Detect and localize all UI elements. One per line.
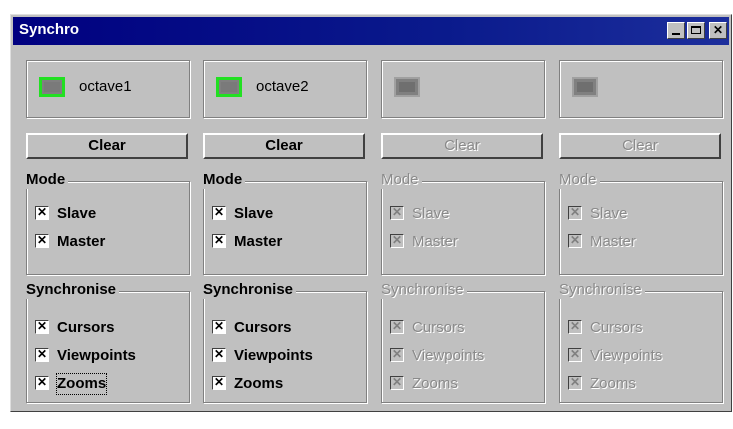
viewpoints-label: Viewpoints [412,347,485,364]
master-checkbox[interactable]: ✕ [212,234,226,248]
track-panel: octave1 [26,60,190,118]
viewpoints-label: Viewpoints [234,347,313,364]
viewpoints-label: Viewpoints [590,347,663,364]
maximize-icon [691,26,701,34]
minimize-icon [672,33,680,35]
master-label: Master [412,233,458,250]
synchronise-group: Synchronise ✕ Cursors ✕ Viewpoints ✕ Zoo… [203,281,367,403]
cursors-label: Cursors [412,319,465,336]
synchronise-group-title: Synchronise [203,281,297,299]
slave-label: Slave [234,205,274,222]
mode-group: Mode ✕ Slave ✕ Master [26,171,190,275]
track-color-button[interactable] [39,77,65,97]
close-icon: ✕ [712,23,724,37]
cursors-checkbox[interactable]: ✕ [35,320,49,334]
slave-checkbox: ✕ [568,205,582,220]
zooms-checkbox: ✕ [568,375,582,390]
viewpoints-checkbox[interactable]: ✕ [35,348,49,362]
zooms-label: Zooms [55,373,108,395]
viewpoints-checkbox[interactable]: ✕ [212,348,226,362]
track-name: octave2 [256,78,309,95]
window-title: Synchro [19,21,80,38]
track-name: octave1 [79,78,132,95]
zooms-checkbox[interactable]: ✕ [212,376,226,390]
slave-checkbox[interactable]: ✕ [212,206,226,220]
mode-group: Mode ✕ Slave ✕ Master [381,171,545,275]
cursors-label: Cursors [590,319,643,336]
track-panel [559,60,723,118]
master-checkbox: ✕ [390,233,404,248]
viewpoints-checkbox: ✕ [390,347,404,362]
track-panel [381,60,545,118]
mode-group-title: Mode [381,171,422,189]
viewpoints-checkbox: ✕ [568,347,582,362]
slave-label: Slave [590,205,628,222]
master-label: Master [57,233,106,250]
synchronise-group: Synchronise ✕ Cursors ✕ Viewpoints ✕ Zoo… [559,281,723,403]
zooms-checkbox: ✕ [390,375,404,390]
maximize-button[interactable] [687,22,705,39]
master-label: Master [590,233,636,250]
clear-button[interactable]: Clear [26,133,188,159]
minimize-button[interactable] [667,22,685,39]
mode-group-title: Mode [26,171,69,189]
clear-button: Clear [559,133,721,159]
cursors-label: Cursors [234,319,292,336]
synchronise-group: Synchronise ✕ Cursors ✕ Viewpoints ✕ Zoo… [381,281,545,403]
cursors-label: Cursors [57,319,115,336]
track-panel: octave2 [203,60,367,118]
mode-group-title: Mode [559,171,600,189]
track-color-button [394,77,420,97]
master-checkbox: ✕ [568,233,582,248]
master-label: Master [234,233,283,250]
clear-button: Clear [381,133,543,159]
mode-group: Mode ✕ Slave ✕ Master [203,171,367,275]
zooms-label: Zooms [590,375,636,392]
synchronise-group-title: Synchronise [26,281,120,299]
zooms-label: Zooms [412,375,458,392]
synchronise-group: Synchronise ✕ Cursors ✕ Viewpoints ✕ Zoo… [26,281,190,403]
title-bar[interactable]: Synchro ✕ [13,17,729,45]
synchro-window: Synchro ✕ octave1 Clear Mode ✕ Slave ✕ M… [10,14,732,412]
cursors-checkbox[interactable]: ✕ [212,320,226,334]
close-button[interactable]: ✕ [709,22,727,39]
cursors-checkbox: ✕ [568,319,582,334]
slave-label: Slave [57,205,97,222]
track-color-button[interactable] [216,77,242,97]
track-color-button [572,77,598,97]
master-checkbox[interactable]: ✕ [35,234,49,248]
synchronise-group-title: Synchronise [381,281,467,299]
slave-label: Slave [412,205,450,222]
mode-group-title: Mode [203,171,246,189]
cursors-checkbox: ✕ [390,319,404,334]
slave-checkbox: ✕ [390,205,404,220]
slave-checkbox[interactable]: ✕ [35,206,49,220]
zooms-label: Zooms [234,375,284,392]
clear-button[interactable]: Clear [203,133,365,159]
synchronise-group-title: Synchronise [559,281,645,299]
zooms-checkbox[interactable]: ✕ [35,376,49,390]
viewpoints-label: Viewpoints [57,347,136,364]
mode-group: Mode ✕ Slave ✕ Master [559,171,723,275]
